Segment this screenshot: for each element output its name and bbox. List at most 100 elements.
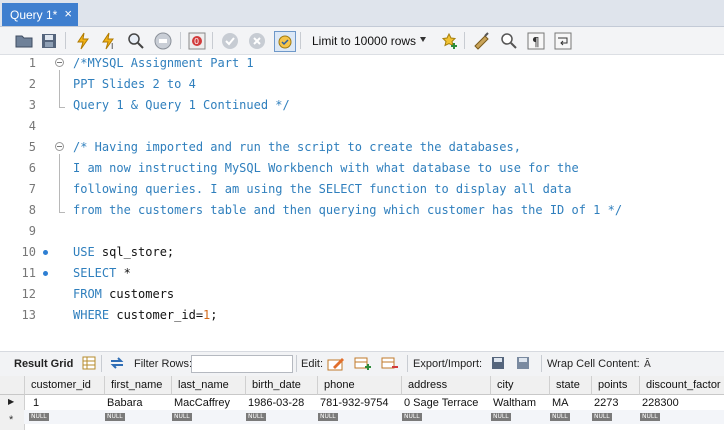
explain-icon[interactable] — [126, 31, 146, 50]
toolbar-separator — [180, 32, 181, 49]
grid-view-icon[interactable] — [82, 356, 96, 370]
column-header[interactable]: first_name — [105, 376, 172, 395]
result-grid-label[interactable]: Result Grid — [14, 358, 73, 370]
null-badge: NULL — [105, 413, 125, 421]
code-comment: I am now instructing MySQL Workbench wit… — [73, 161, 579, 175]
open-folder-icon[interactable] — [14, 31, 34, 50]
column-header[interactable]: address — [402, 376, 491, 395]
column-header[interactable]: state — [550, 376, 592, 395]
rollback-icon[interactable] — [247, 31, 267, 50]
svg-text:¶: ¶ — [532, 35, 540, 49]
row-header[interactable]: ▶ — [0, 395, 25, 410]
add-snippet-icon[interactable] — [440, 31, 460, 50]
grid-cell[interactable]: 228300 — [638, 396, 679, 411]
code-comment: PPT Slides 2 to 4 — [73, 77, 196, 91]
grid-cell[interactable]: MacCaffrey — [170, 396, 230, 411]
column-header[interactable]: birth_date — [246, 376, 318, 395]
import-icon[interactable] — [515, 355, 533, 371]
line-number: 8 — [28, 203, 36, 217]
code-line: 7 following queries. I am using the SELE… — [0, 179, 724, 200]
line-number: 6 — [28, 161, 36, 175]
find-replace-icon[interactable] — [499, 31, 519, 50]
null-badge: NULL — [550, 413, 570, 421]
new-row-header[interactable]: * — [0, 410, 25, 430]
line-number: 3 — [28, 98, 36, 112]
line-number: 10 — [21, 245, 36, 259]
statement-marker-icon — [43, 271, 48, 276]
line-number: 7 — [28, 182, 36, 196]
svg-text:Ā: Ā — [644, 357, 651, 370]
toolbar-separator — [300, 32, 301, 49]
edit-row-icon[interactable] — [327, 355, 345, 371]
code-comment: Query 1 & Query 1 Continued */ — [73, 98, 290, 112]
grid-cell[interactable]: Babara — [103, 396, 142, 411]
code-comment: /* Having imported and run the script to… — [73, 140, 521, 154]
code-statement: WHERE customer_id=1; — [73, 305, 218, 326]
sql-keyword: FROM — [73, 287, 102, 301]
code-statement: USE sql_store; — [73, 242, 174, 263]
sql-text: sql_store; — [94, 245, 175, 259]
filter-rows-input[interactable] — [191, 355, 293, 373]
wrap-lines-icon[interactable] — [553, 31, 573, 50]
code-line: 2 PPT Slides 2 to 4 — [0, 74, 724, 95]
grid-cell[interactable]: 1 — [29, 396, 39, 411]
grid-cell[interactable]: 781-932-9754 — [316, 396, 389, 411]
close-tab-icon[interactable]: × — [64, 6, 72, 21]
execute-icon[interactable] — [73, 31, 93, 50]
edit-label: Edit: — [301, 358, 324, 370]
invisible-characters-icon[interactable]: ¶ — [526, 31, 546, 50]
execute-current-icon[interactable]: I — [99, 31, 119, 50]
line-number: 1 — [28, 56, 36, 70]
code-line: 10 USE sql_store; — [0, 242, 724, 263]
result-grid: customer_id first_name last_name birth_d… — [0, 376, 724, 437]
sql-text: customer_id= — [109, 308, 204, 322]
column-header[interactable]: points — [592, 376, 640, 395]
refresh-icon[interactable] — [109, 356, 125, 370]
wrap-cell-toggle-icon[interactable]: Ā — [643, 356, 657, 370]
insert-row-icon[interactable] — [354, 355, 372, 371]
new-row[interactable] — [24, 410, 724, 424]
save-icon[interactable] — [39, 31, 59, 50]
line-number: 13 — [21, 308, 36, 322]
autocommit-toggle-icon[interactable] — [274, 31, 296, 52]
delete-row-icon[interactable] — [381, 355, 399, 371]
code-line: 9 — [0, 221, 724, 242]
line-number: 4 — [28, 119, 36, 133]
tab-query-1[interactable]: Query 1* × — [2, 3, 78, 26]
sql-keyword: USE — [73, 245, 95, 259]
code-comment: from the customers table and then queryi… — [73, 203, 623, 217]
toggle-continue-on-error-icon[interactable]: 0 — [187, 31, 207, 50]
grid-cell[interactable]: MA — [548, 396, 569, 411]
column-header[interactable]: city — [491, 376, 550, 395]
grid-cell[interactable]: Waltham — [489, 396, 536, 411]
grid-cell[interactable]: 0 Sage Terrace — [400, 396, 478, 411]
null-badge: NULL — [402, 413, 422, 421]
grid-cell[interactable]: 2273 — [590, 396, 618, 411]
column-header[interactable]: customer_id — [25, 376, 105, 395]
toolbar-separator — [65, 32, 66, 49]
chevron-down-icon — [420, 37, 426, 42]
code-line: 1 /*MYSQL Assignment Part 1 — [0, 53, 724, 74]
grid-cell[interactable]: 1986-03-28 — [244, 396, 304, 411]
sql-editor[interactable]: 1 /*MYSQL Assignment Part 1 2 PPT Slides… — [0, 55, 724, 327]
commit-icon[interactable] — [220, 31, 240, 50]
code-line: 11 SELECT * — [0, 263, 724, 284]
limit-rows-select[interactable]: Limit to 10000 rows — [304, 31, 432, 50]
line-number: 2 — [28, 77, 36, 91]
line-number: 9 — [28, 224, 36, 238]
column-header[interactable]: discount_factor — [640, 376, 724, 395]
stop-icon[interactable] — [153, 31, 173, 50]
column-header[interactable]: last_name — [172, 376, 246, 395]
fold-toggle-icon[interactable] — [55, 142, 64, 151]
code-line: 5 /* Having imported and run the script … — [0, 137, 724, 158]
export-import-label: Export/Import: — [413, 358, 483, 370]
code-line: 12 FROM customers — [0, 284, 724, 305]
export-icon[interactable] — [490, 355, 508, 371]
fold-toggle-icon[interactable] — [55, 58, 64, 67]
beautify-icon[interactable] — [472, 31, 492, 50]
column-header[interactable]: phone — [318, 376, 402, 395]
tab-title: Query 1* — [10, 7, 58, 22]
null-badge: NULL — [592, 413, 612, 421]
null-badge: NULL — [491, 413, 511, 421]
sql-text: * — [116, 266, 131, 280]
